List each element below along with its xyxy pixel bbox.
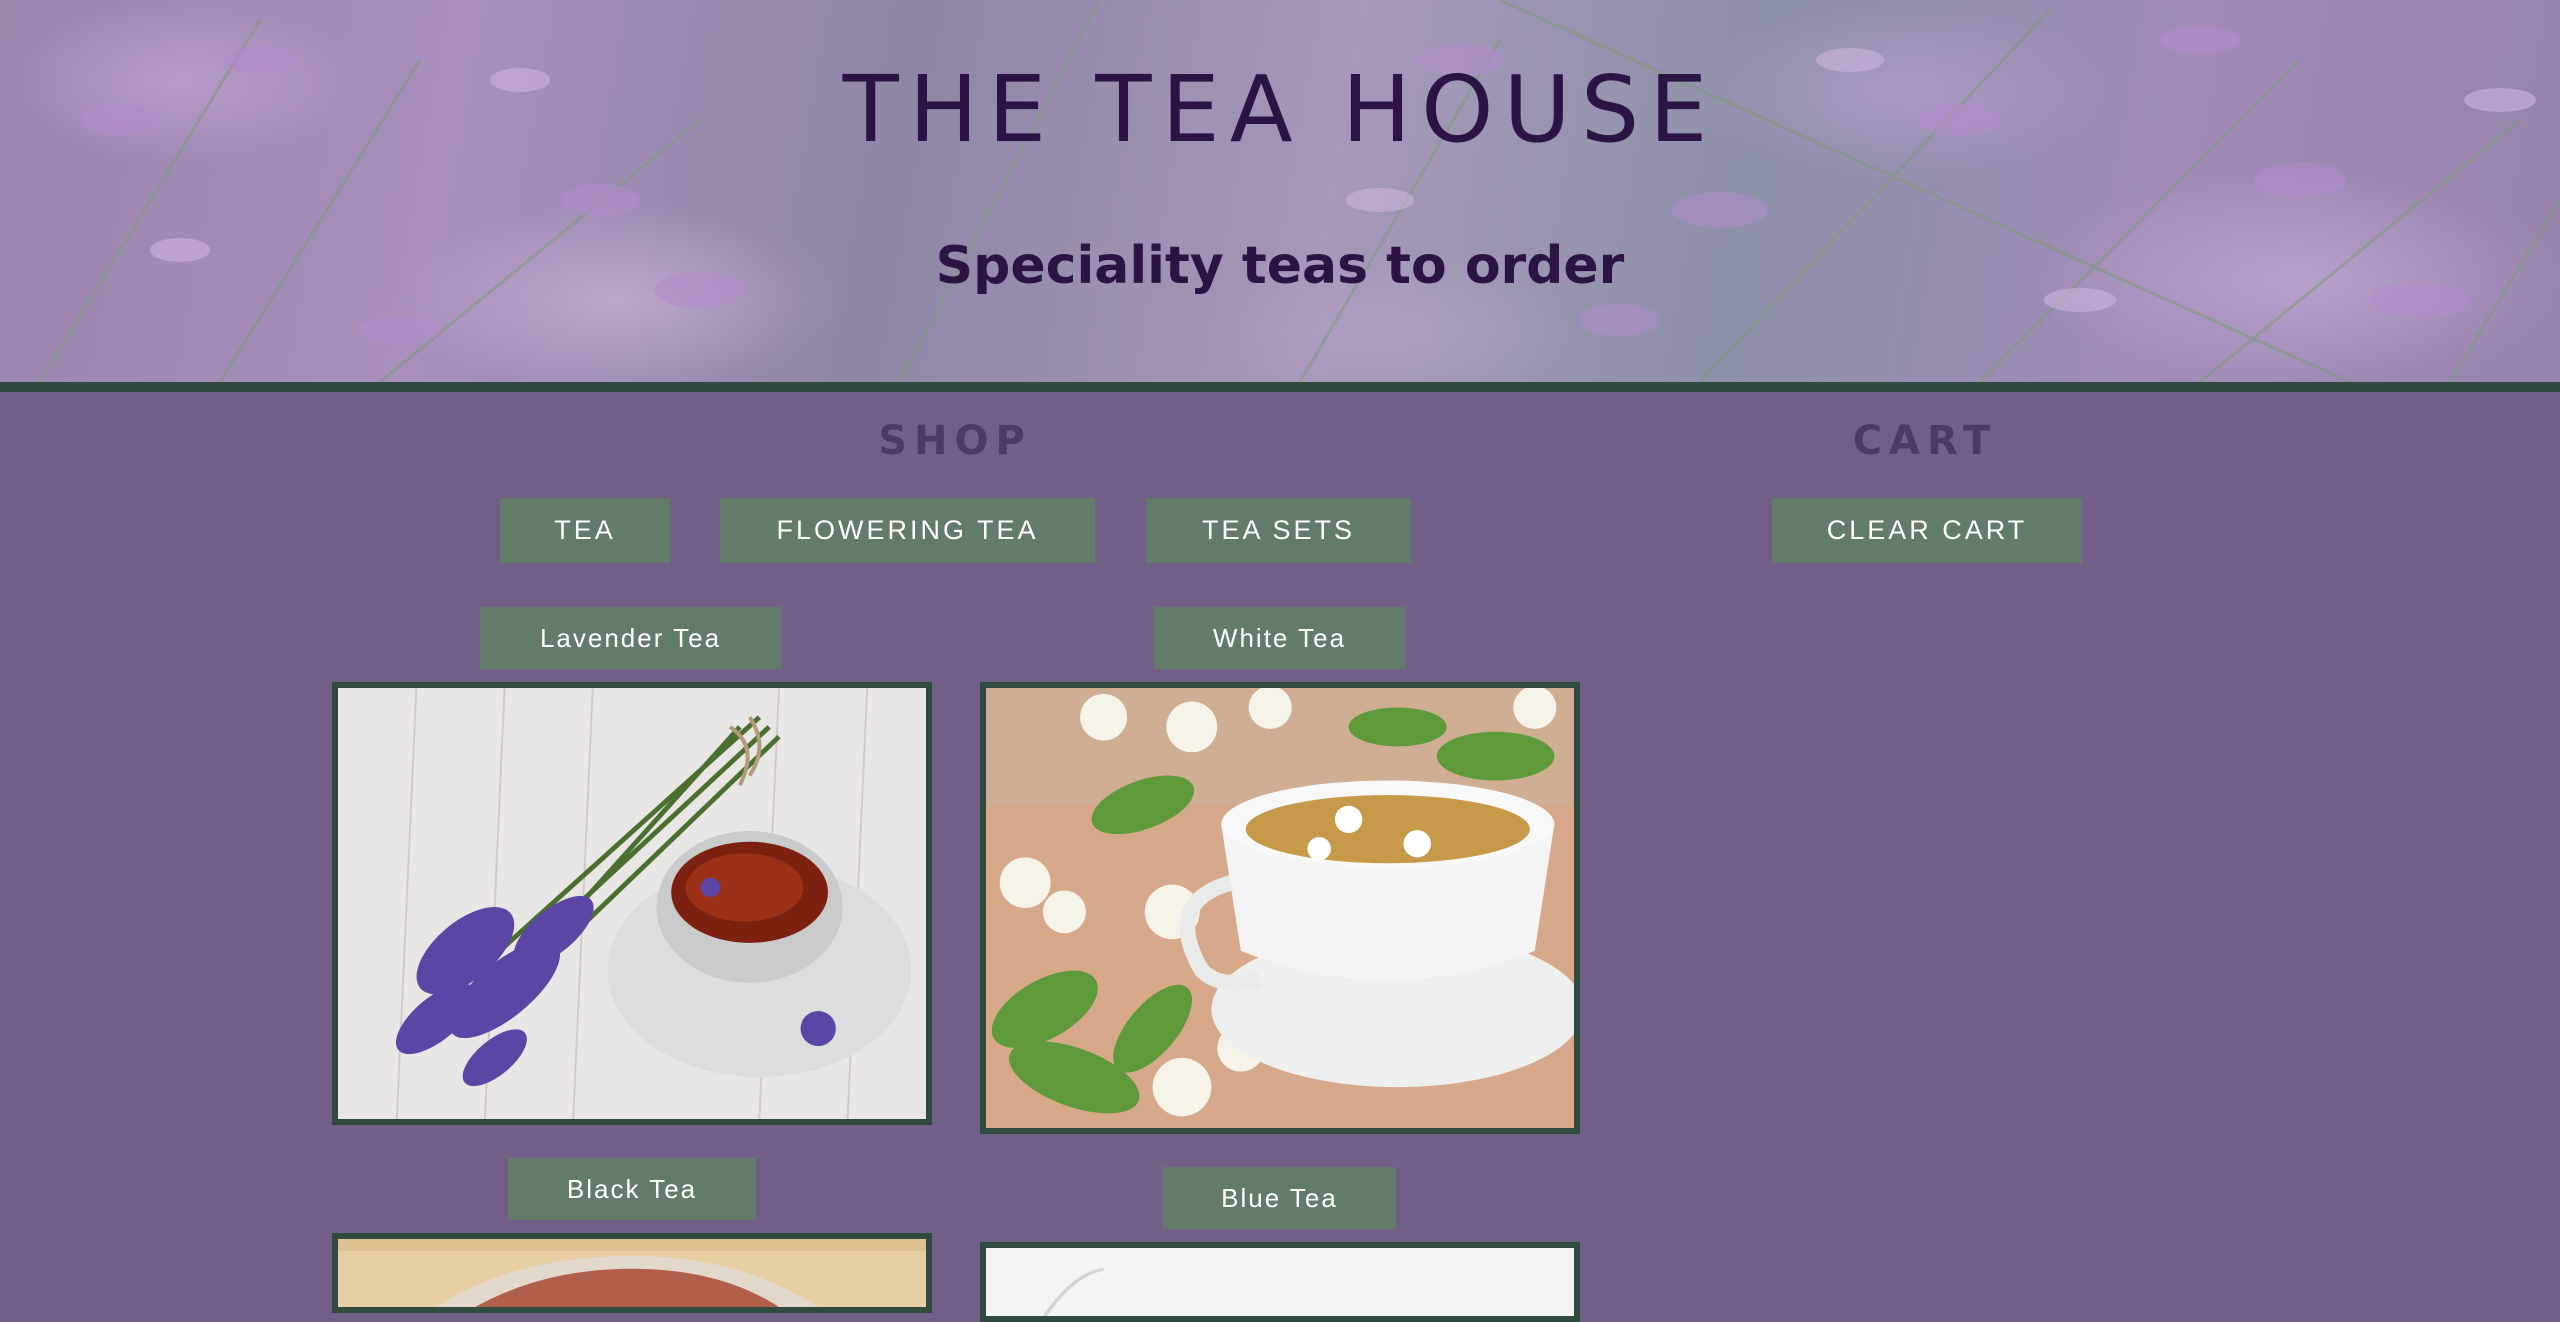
site-subtitle: Speciality teas to order [935,236,1625,296]
shop-heading: SHOP [878,418,1032,464]
lavender-tea-cup-photo [338,688,926,1119]
header-divider [0,382,2560,392]
black-tea-button[interactable]: Black Tea [508,1158,756,1220]
category-flowering-tea-button[interactable]: FLOWERING TEA [720,498,1095,563]
blue-tea-image[interactable] [980,1242,1580,1322]
category-tea-sets-button[interactable]: TEA SETS [1146,498,1411,563]
category-tea-button[interactable]: TEA [500,498,670,563]
white-tea-image[interactable] [980,682,1580,1134]
site-title: THE TEA HOUSE [842,56,1718,163]
black-tea-image[interactable] [332,1233,932,1313]
white-tea-button[interactable]: White Tea [1154,607,1405,669]
jasmine-white-tea-cup-photo [986,688,1574,1128]
lavender-tea-button[interactable]: Lavender Tea [480,607,781,669]
cart-heading: CART [1852,418,1998,464]
black-tea-photo [338,1239,926,1307]
lavender-tea-image[interactable] [332,682,932,1125]
blue-tea-photo [986,1248,1574,1316]
clear-cart-button[interactable]: CLEAR CART [1772,498,2082,563]
hero-banner: THE TEA HOUSE Speciality teas to order [0,0,2560,382]
blue-tea-button[interactable]: Blue Tea [1163,1167,1396,1229]
